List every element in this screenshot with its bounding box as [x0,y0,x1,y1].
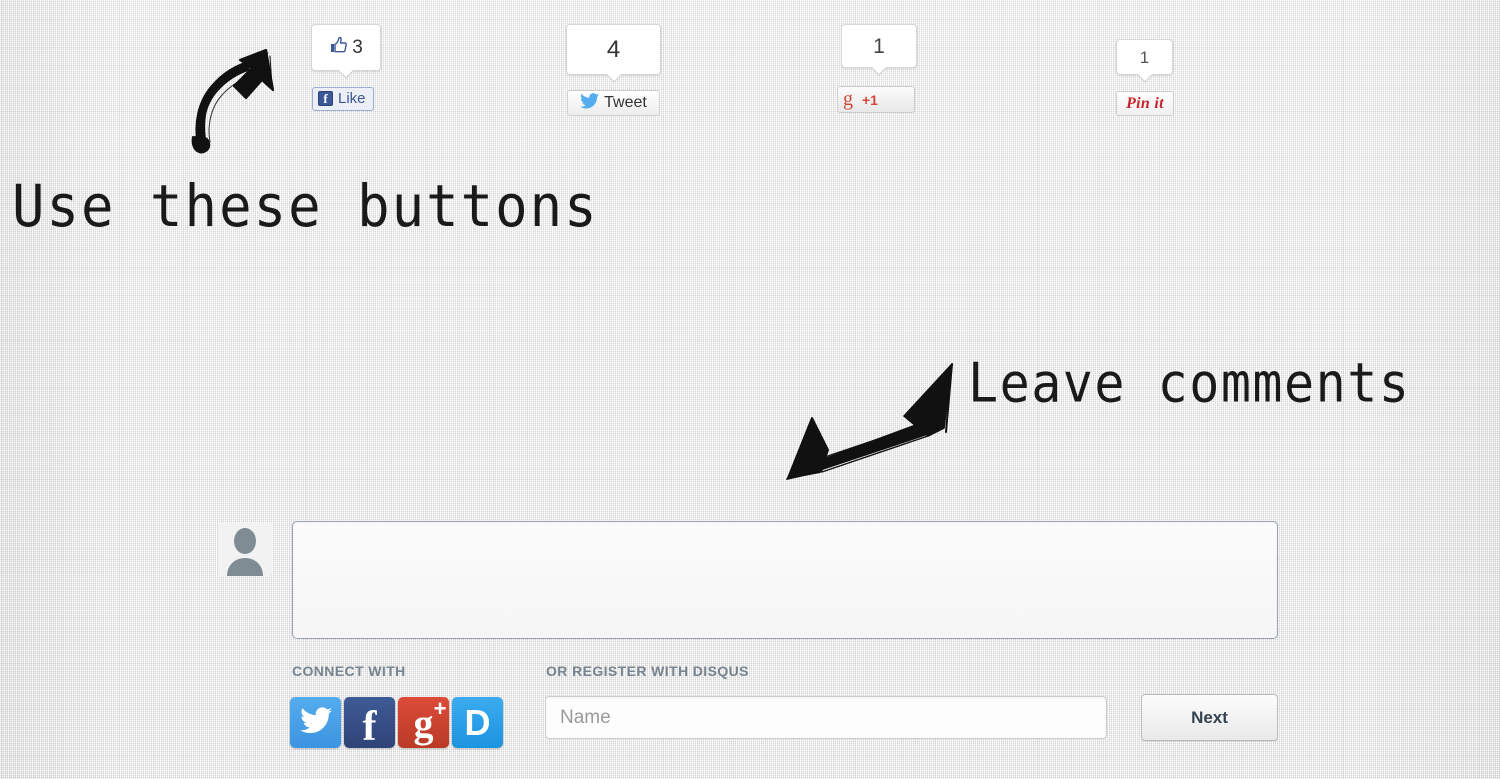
bubble-tail-inner [605,73,622,81]
twitter-share-widget[interactable]: 4 Tweet [566,24,661,116]
avatar [218,522,272,576]
disqus-comment-form: CONNECT WITH OR REGISTER WITH DISQUS f g… [218,516,1288,766]
google-plus-one-button[interactable]: g +1 [837,86,915,113]
annotation-leave-comments: Leave comments [968,352,1411,415]
google-plus-count: 1 [873,34,885,58]
pinterest-share-widget[interactable]: 1 Pin it [1116,39,1174,116]
facebook-like-count: 3 [352,37,363,58]
pinterest-count: 1 [1139,47,1150,67]
disqus-d-icon: D [464,701,491,743]
google-plus-count-bubble: 1 [841,24,917,76]
twitter-bird-icon [580,92,600,114]
facebook-f-icon: f [318,91,333,106]
sketch-arrow-down-left-icon [776,350,962,491]
social-login-disqus[interactable]: D [452,697,503,748]
google-plus-icon: g + [413,695,447,746]
next-button[interactable]: Next [1141,694,1278,741]
pinterest-pin-it-label: Pin it [1126,94,1164,112]
google-g-icon: g [843,87,853,110]
facebook-f-icon: f [362,704,377,750]
twitter-tweet-label: Tweet [604,94,647,111]
name-input-placeholder: Name [560,706,611,728]
comment-textarea[interactable] [292,521,1278,639]
twitter-tweet-count: 4 [606,35,621,63]
facebook-share-widget[interactable]: 3 f Like [311,24,381,111]
facebook-like-button[interactable]: f Like [312,87,374,111]
sketch-arrow-up-right-icon [178,42,288,159]
facebook-like-label: Like [338,90,366,107]
bubble-tail-inner [1136,73,1153,81]
social-login-google-plus[interactable]: g + [398,697,449,748]
social-login-facebook[interactable]: f [344,697,395,748]
social-login-twitter[interactable] [290,697,341,748]
name-input[interactable]: Name [545,696,1107,739]
twitter-count-bubble: 4 [566,24,661,83]
bubble-tail-inner [338,69,354,77]
next-button-label: Next [1191,707,1228,727]
pinterest-count-bubble: 1 [1116,39,1173,83]
register-with-disqus-label: OR REGISTER WITH DISQUS [546,663,749,679]
bubble-tail-inner [871,66,887,74]
google-plus-one-label: +1 [862,91,878,108]
facebook-count-bubble: 3 [311,24,381,79]
twitter-bird-icon [299,706,332,739]
pinterest-pin-it-button[interactable]: Pin it [1116,91,1174,116]
connect-with-label: CONNECT WITH [292,663,406,679]
thumbs-up-icon [329,36,349,59]
twitter-tweet-button[interactable]: Tweet [567,90,660,116]
google-plus-share-widget[interactable]: 1 g +1 [837,24,917,113]
annotation-use-these-buttons: Use these buttons [12,172,599,241]
social-login-row: f g + D [290,697,503,748]
page-background: 3 f Like 4 Tweet 1 g +1 1 Pin it Use the… [0,0,1500,779]
